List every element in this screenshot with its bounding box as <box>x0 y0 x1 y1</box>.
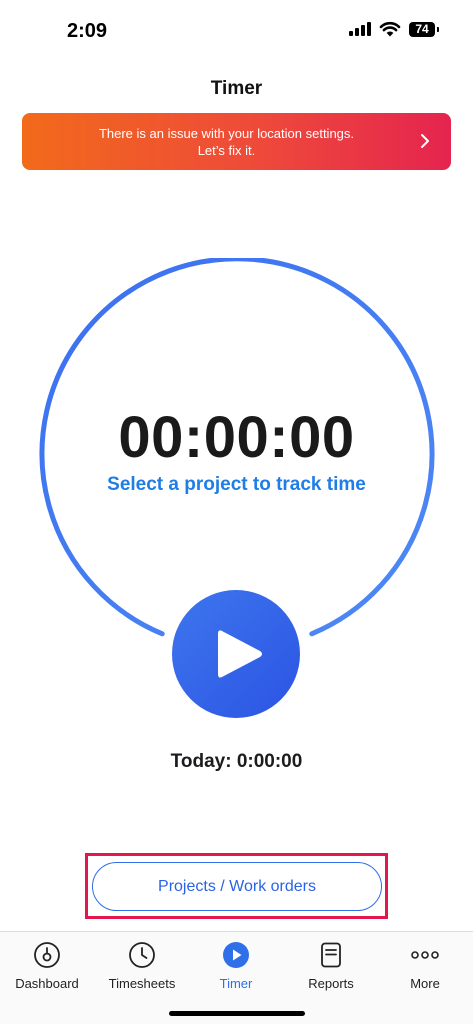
more-dots-icon <box>410 940 440 970</box>
timer-display: 00:00:00 <box>118 405 355 470</box>
chevron-right-icon <box>421 134 429 148</box>
location-alert-banner[interactable]: There is an issue with your location set… <box>22 113 451 170</box>
projects-work-orders-button[interactable]: Projects / Work orders <box>92 862 382 911</box>
clock-icon <box>127 940 157 970</box>
tab-label: Timer <box>219 976 253 991</box>
tab-label: Reports <box>308 976 354 991</box>
play-icon <box>218 630 262 678</box>
status-icons: 74 <box>349 21 439 37</box>
status-time: 2:09 <box>67 20 108 42</box>
battery-level: 74 <box>415 22 429 36</box>
report-icon <box>316 940 346 970</box>
tab-label: More <box>410 976 440 991</box>
play-circle-icon <box>221 940 251 970</box>
page-title: Timer <box>210 78 263 99</box>
battery-icon: 74 <box>409 21 439 37</box>
tab-more[interactable]: More <box>378 940 472 991</box>
alert-line-1: There is an issue with your location set… <box>98 125 355 141</box>
dashboard-icon <box>32 940 62 970</box>
tab-timer[interactable]: Timer <box>189 940 283 991</box>
wifi-icon <box>379 21 401 37</box>
tab-label: Timesheets <box>108 976 176 991</box>
alert-text: There is an issue with your location set… <box>99 125 374 159</box>
home-indicator <box>169 1011 305 1016</box>
signal-icon <box>349 22 371 36</box>
tab-timesheets[interactable]: Timesheets <box>95 940 189 991</box>
today-total: Today: 0:00:00 <box>170 751 303 772</box>
select-project-link[interactable]: Select a project to track time <box>0 474 473 496</box>
tab-dashboard[interactable]: Dashboard <box>0 940 94 991</box>
tab-reports[interactable]: Reports <box>284 940 378 991</box>
tab-label: Dashboard <box>15 976 79 991</box>
start-timer-button[interactable] <box>172 590 300 718</box>
alert-line-2: Let’s fix it. <box>197 142 256 158</box>
